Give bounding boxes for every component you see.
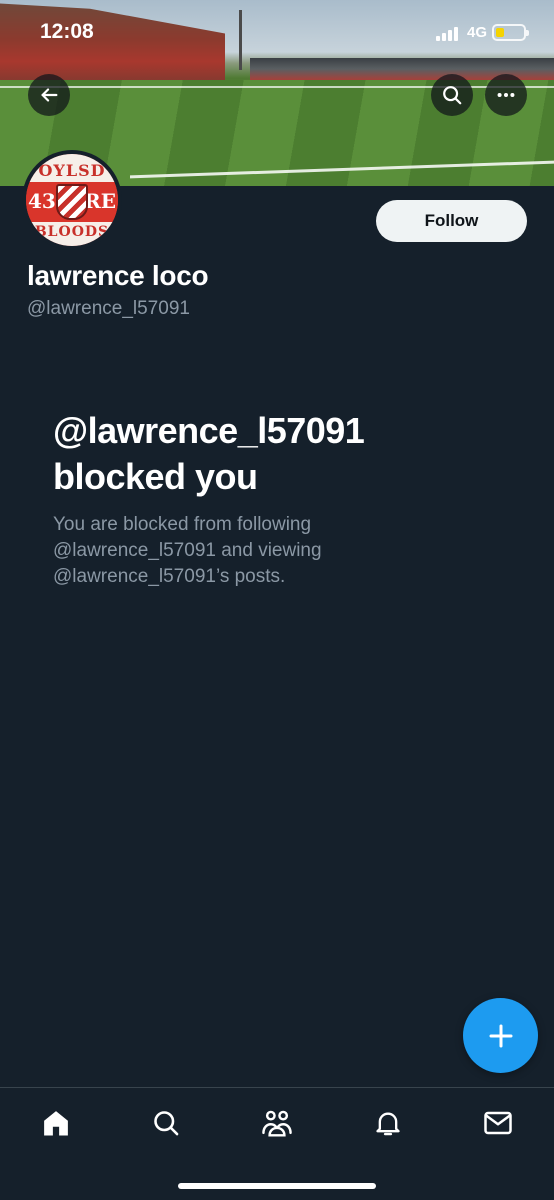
search-icon xyxy=(154,1111,179,1136)
status-bar: 12:08 4G xyxy=(0,0,554,62)
more-horizontal-icon xyxy=(497,92,515,98)
blocked-title: @lawrence_l57091 blocked you xyxy=(53,408,513,500)
plus-icon xyxy=(489,1024,512,1047)
communities-icon xyxy=(262,1110,292,1137)
status-time: 12:08 xyxy=(40,20,94,43)
crest-right-text: RE xyxy=(84,189,116,213)
crest-shield-icon xyxy=(56,184,88,220)
back-button[interactable] xyxy=(28,74,70,116)
home-icon xyxy=(44,1111,68,1136)
bell-icon xyxy=(376,1112,400,1136)
crest-bottom-text: BLOODS xyxy=(34,224,110,240)
nav-home[interactable] xyxy=(36,1106,76,1140)
blocked-title-text: blocked you xyxy=(53,456,258,497)
nav-messages[interactable] xyxy=(478,1106,518,1140)
compose-post-button[interactable] xyxy=(463,998,538,1073)
network-type: 4G xyxy=(467,24,488,41)
user-handle: @lawrence_l57091 xyxy=(27,298,190,319)
home-indicator[interactable] xyxy=(178,1183,376,1189)
more-options-button[interactable] xyxy=(485,74,527,116)
bottom-nav xyxy=(0,1087,554,1200)
profile-avatar[interactable]: OYLSD 43 RE BLOODS xyxy=(22,150,122,250)
crest-left-text: 43 xyxy=(28,189,56,213)
display-name: lawrence loco xyxy=(27,260,209,291)
profile-search-button[interactable] xyxy=(431,74,473,116)
search-icon xyxy=(443,86,462,105)
blocked-description: You are blocked from following @lawrence… xyxy=(53,514,322,587)
nav-communities[interactable] xyxy=(257,1106,297,1140)
battery-level xyxy=(496,28,504,37)
nav-explore[interactable] xyxy=(146,1106,186,1140)
follow-button[interactable]: Follow xyxy=(376,200,527,242)
arrow-left-icon xyxy=(41,88,58,102)
battery-icon xyxy=(492,24,529,41)
blocked-title-handle: @lawrence_l57091 xyxy=(53,410,365,451)
mail-icon xyxy=(484,1111,512,1135)
club-crest: OYLSD 43 RE BLOODS xyxy=(26,154,118,246)
crest-top-text: OYLSD xyxy=(38,161,106,180)
signal-icon xyxy=(436,26,462,41)
nav-notifications[interactable] xyxy=(368,1106,408,1140)
